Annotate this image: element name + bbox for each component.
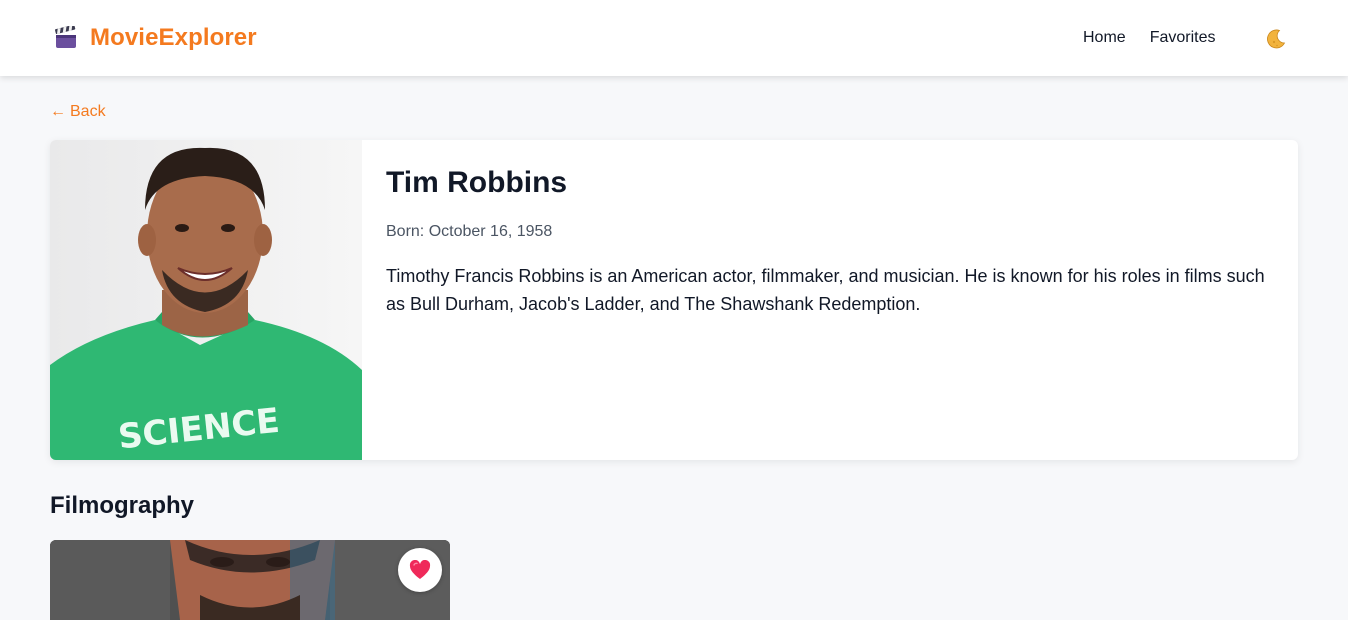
movie-poster	[50, 540, 450, 620]
actor-photo: SCIENCE	[50, 140, 362, 460]
nav-favorites-link[interactable]: Favorites	[1150, 29, 1216, 47]
actor-name: Tim Robbins	[386, 166, 568, 199]
back-link[interactable]: ← Back	[50, 103, 106, 121]
actor-birth-date: Born: October 16, 1958	[386, 223, 553, 240]
clapperboard-icon	[55, 26, 76, 48]
heart-icon	[409, 560, 431, 579]
back-label: Back	[70, 103, 106, 120]
movie-card[interactable]	[50, 540, 450, 620]
brand-name: MovieExplorer	[90, 24, 257, 51]
nav-home-link[interactable]: Home	[1083, 29, 1126, 47]
brand-logo-link[interactable]: MovieExplorer	[54, 24, 257, 52]
favorite-button[interactable]	[398, 548, 442, 592]
back-arrow-icon: ←	[50, 103, 66, 120]
actor-info: Tim Robbins Born: October 16, 1958 Timot…	[386, 164, 1266, 318]
top-nav-bar: MovieExplorer Home Favorites	[0, 0, 1348, 76]
actor-profile-card: SCIENCE Tim Robbins Born: October 16, 19…	[50, 140, 1298, 460]
main-nav: Home Favorites	[1083, 29, 1215, 47]
actor-biography: Timothy Francis Robbins is an American a…	[386, 266, 1265, 314]
filmography-heading: Filmography	[50, 492, 195, 519]
moon-icon[interactable]	[1264, 27, 1288, 51]
